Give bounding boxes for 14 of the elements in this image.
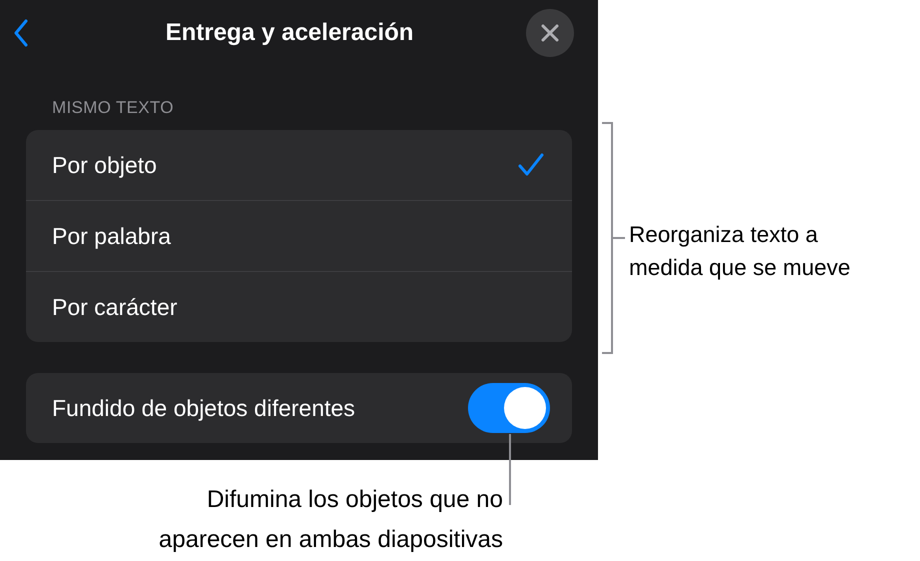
callout-text: Reorganiza texto a medida que se mueve — [629, 221, 852, 282]
leader-line — [509, 434, 511, 505]
close-icon — [541, 24, 559, 42]
toggle-switch[interactable] — [468, 383, 550, 433]
section-label: MISMO TEXTO — [52, 98, 175, 118]
toggle-label: Fundido de objetos diferentes — [52, 394, 356, 422]
option-row[interactable]: Por palabra — [26, 200, 572, 271]
back-chevron-icon — [13, 19, 29, 47]
option-row[interactable]: Por objeto — [26, 130, 572, 200]
panel-title: Entrega y aceleración — [164, 19, 415, 47]
checkmark-icon — [518, 153, 544, 177]
option-row[interactable]: Por carácter — [26, 271, 572, 342]
close-button[interactable] — [526, 9, 574, 57]
callout-text: Difumina los objetos que no aparecen en ambas diapositivas — [158, 485, 503, 555]
